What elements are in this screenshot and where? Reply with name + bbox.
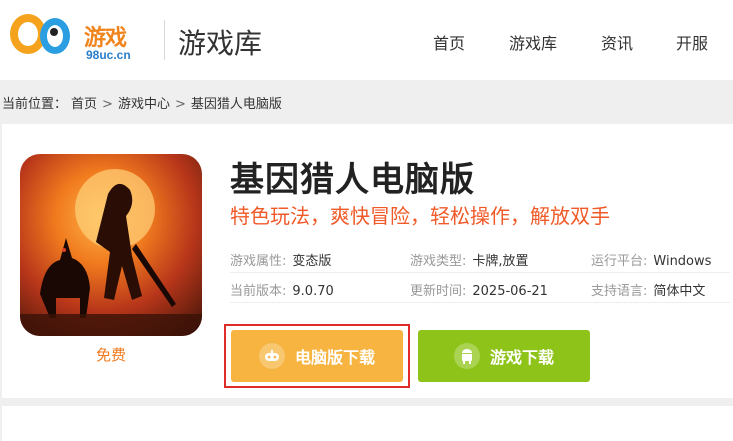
pc-download-label: 电脑版下载 — [294, 348, 375, 367]
site-header: 游戏 98uc.cn 游戏库 首页 游戏库 资讯 开服 — [0, 0, 733, 80]
breadcrumb-separator: > — [102, 97, 113, 112]
attr-value: 变态版 — [292, 254, 332, 269]
attr-value: 简体中文 — [653, 284, 706, 299]
attr-label: 当前版本: — [230, 284, 287, 299]
lower-section — [2, 406, 733, 441]
attr-version: 当前版本: 9.0.70 — [230, 280, 334, 299]
breadcrumb: 当前位置： 首页 > 游戏中心 > 基因猎人电脑版 — [2, 93, 286, 112]
logo-eight-shape — [40, 18, 70, 54]
attr-label: 支持语言: — [591, 284, 648, 299]
logo-eye-dot — [50, 28, 58, 36]
game-artwork — [20, 169, 202, 336]
attr-label: 更新时间: — [410, 284, 467, 299]
breadcrumb-current: 基因猎人电脑版 — [190, 97, 282, 112]
attr-update-time: 更新时间: 2025-06-21 — [410, 280, 548, 299]
nav-server-open[interactable]: 开服 — [676, 30, 708, 54]
site-logo[interactable]: 游戏 98uc.cn — [10, 12, 150, 68]
breadcrumb-separator: > — [174, 97, 186, 112]
breadcrumb-prefix: 当前位置： — [2, 97, 68, 112]
attr-game-type: 游戏类型: 卡牌,放置 — [410, 250, 529, 269]
attr-label: 游戏属性: — [230, 254, 287, 269]
attr-value: 卡牌,放置 — [472, 254, 529, 269]
attr-value: 2025-06-21 — [472, 284, 548, 299]
price-label: 免费 — [95, 346, 126, 364]
attr-label: 游戏类型: — [410, 254, 467, 269]
game-tagline: 特色玩法，爽快冒险，轻松操作，解放双手 — [230, 204, 610, 228]
gamepad-icon — [258, 343, 285, 369]
breadcrumb-game-center[interactable]: 游戏中心 — [118, 97, 170, 112]
nav-news[interactable]: 资讯 — [601, 30, 633, 54]
game-detail-card: 免费 基因猎人电脑版 特色玩法，爽快冒险，轻松操作，解放双手 游戏属性: 变态版 … — [2, 124, 733, 398]
attr-divider — [230, 272, 730, 273]
game-icon-image[interactable] — [20, 154, 202, 336]
attr-language: 支持语言: 简体中文 — [591, 280, 705, 299]
attr-value: 9.0.70 — [292, 284, 334, 299]
attr-game-property: 游戏属性: 变态版 — [230, 250, 331, 269]
breadcrumb-home[interactable]: 首页 — [71, 97, 97, 112]
pc-download-button[interactable]: 电脑版下载 — [231, 330, 403, 382]
attr-platform: 运行平台: Windows — [591, 250, 711, 269]
game-title: 基因猎人电脑版 — [230, 160, 475, 200]
attr-value: Windows — [653, 254, 712, 269]
game-download-label: 游戏下载 — [489, 348, 554, 367]
nav-home[interactable]: 首页 — [433, 30, 465, 54]
game-download-button[interactable]: 游戏下载 — [418, 330, 590, 382]
header-divider — [164, 20, 165, 60]
attr-label: 运行平台: — [591, 254, 648, 269]
android-icon — [453, 343, 480, 369]
logo-url: 98uc.cn — [86, 48, 131, 62]
attr-divider — [230, 302, 730, 303]
section-title: 游戏库 — [178, 27, 263, 60]
nav-game-library[interactable]: 游戏库 — [509, 30, 557, 54]
